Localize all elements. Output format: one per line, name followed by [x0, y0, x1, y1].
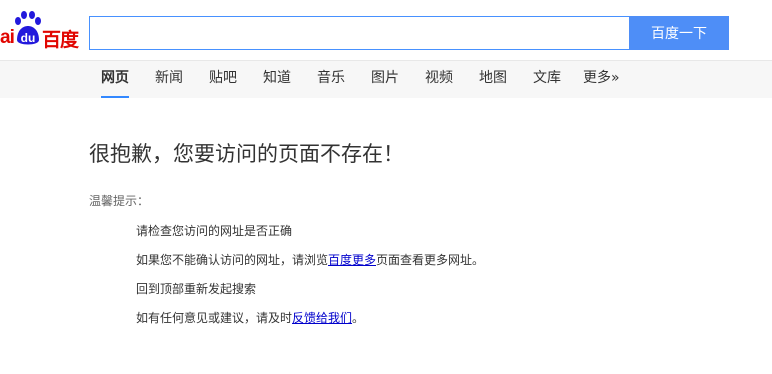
tab-news[interactable]: 新闻	[155, 61, 183, 98]
tab-music[interactable]: 音乐	[317, 61, 345, 98]
tips-label: 温馨提示：	[89, 194, 150, 208]
tab-images[interactable]: 图片	[371, 61, 399, 98]
logo-baidu-text: 百度	[42, 29, 79, 51]
logo-ai-text: ai	[0, 27, 15, 48]
logo-du-text: du	[21, 31, 36, 45]
error-title: 很抱歉，您要访问的页面不存在！	[89, 142, 404, 166]
search-input[interactable]	[89, 16, 629, 50]
tab-map[interactable]: 地图	[479, 61, 507, 98]
tab-web[interactable]: 网页	[101, 61, 129, 98]
tab-zhidao[interactable]: 知道	[263, 61, 291, 98]
tip-search-again: 回到顶部重新发起搜索	[136, 280, 256, 297]
feedback-link[interactable]: 反馈给我们	[292, 311, 352, 325]
tip-browse-more-text-after: 页面查看更多网址。	[376, 253, 485, 267]
tab-more[interactable]: 更多»	[583, 61, 620, 98]
tip-feedback: 如有任何意见或建议，请及时反馈给我们。	[136, 309, 364, 326]
search-button[interactable]: 百度一下	[629, 16, 729, 50]
tip-check-url: 请检查您访问的网址是否正确	[136, 222, 292, 239]
tip-search-again-text: 回到顶部重新发起搜索	[136, 282, 257, 296]
baidu-more-link[interactable]: 百度更多	[328, 253, 376, 267]
header: ai du 百度 百度一下	[0, 0, 772, 60]
tip-browse-more: 如果您不能确认访问的网址，请浏览百度更多页面查看更多网址。	[136, 251, 484, 268]
tip-feedback-text-before: 如有任何意见或建议，请及时	[136, 311, 293, 325]
tab-wenku[interactable]: 文库	[533, 61, 561, 98]
tip-check-url-text: 请检查您访问的网址是否正确	[136, 224, 293, 238]
tip-browse-more-text-before: 如果您不能确认访问的网址，请浏览	[136, 253, 329, 267]
nav-tabs: 网页 新闻 贴吧 知道 音乐 图片 视频 地图 文库 更多»	[0, 60, 772, 98]
tab-video[interactable]: 视频	[425, 61, 453, 98]
baidu-logo[interactable]: ai du 百度	[0, 10, 82, 51]
paw-icon: du	[15, 11, 41, 45]
tip-feedback-text-after: 。	[352, 311, 365, 325]
tab-tieba[interactable]: 贴吧	[209, 61, 237, 98]
